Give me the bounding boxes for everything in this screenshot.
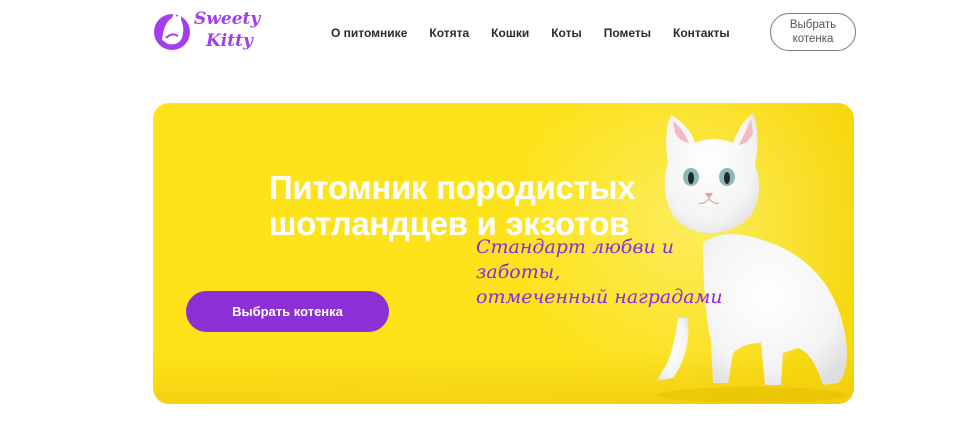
choose-kitten-header-button[interactable]: Выбрать котенка [770,13,856,51]
nav-item-male-cats[interactable]: Коты [551,26,581,40]
sweety-kitty-logo[interactable]: Sweety Kitty [150,2,272,60]
nav-item-kittens[interactable]: Котята [429,26,469,40]
logo-text-line1: Sweety [194,9,261,29]
main-nav: О питомнике Котята Кошки Коты Пометы Кон… [331,26,752,40]
nav-item-litters[interactable]: Пометы [604,26,651,40]
nav-item-female-cats[interactable]: Кошки [491,26,529,40]
logo-text-line2: Kitty [205,31,254,51]
site-header: Sweety Kitty О питомнике Котята Кошки Ко… [0,0,970,72]
hero-subtitle-line2: отмеченный наградами [476,286,723,308]
hero-title-line1: Питомник породистых [269,169,636,206]
nav-item-contacts[interactable]: Контакты [673,26,730,40]
hero-title: Питомник породистых шотландцев и экзотов [269,170,689,242]
hero-banner: Питомник породистых шотландцев и экзотов… [153,103,854,404]
nav-item-about[interactable]: О питомнике [331,26,407,40]
choose-kitten-hero-button[interactable]: Выбрать котенка [186,291,389,332]
hero-subtitle-line1: Стандарт любви и заботы, [476,236,674,283]
hero-subtitle: Стандарт любви и заботы, отмеченный нагр… [476,235,756,310]
